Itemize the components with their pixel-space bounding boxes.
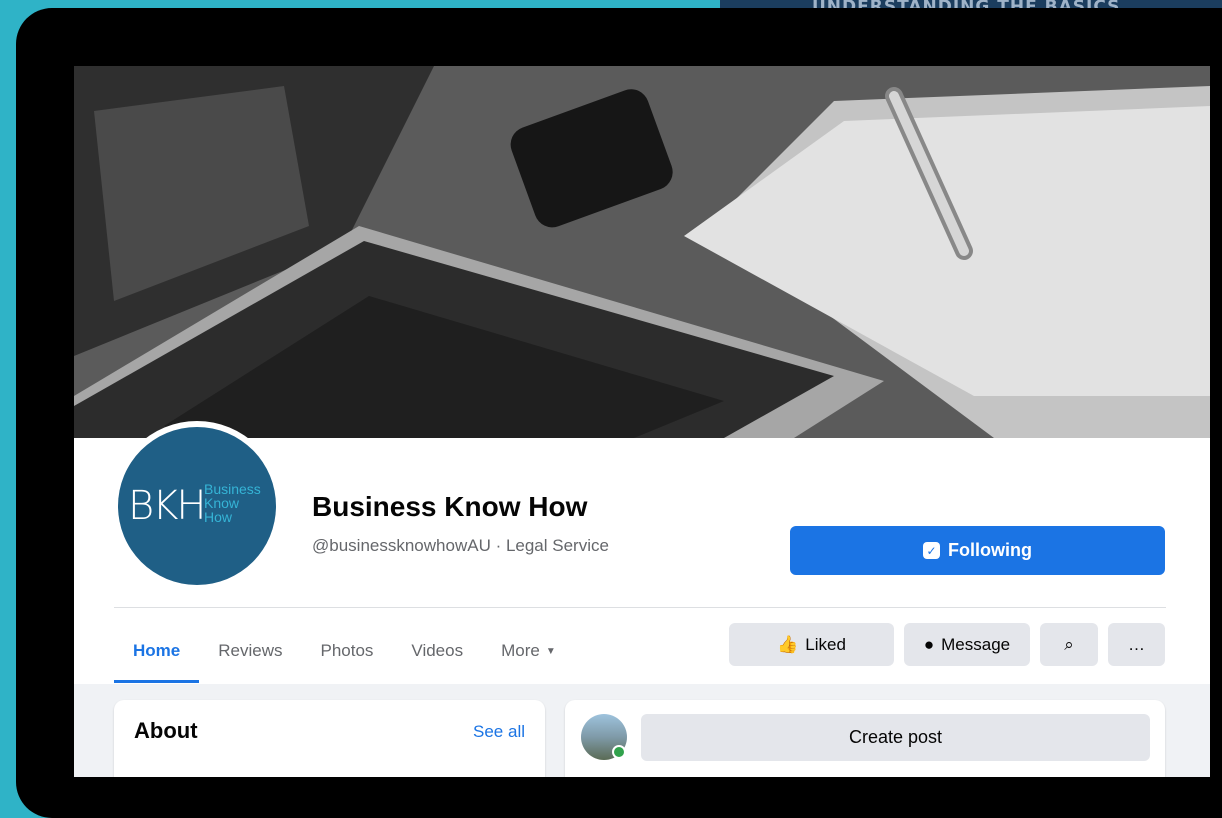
logo-mark: BKH — [128, 483, 206, 529]
liked-button[interactable]: 👍 Liked — [729, 623, 894, 666]
page-subtitle: @businessknowhowAU · Legal Service — [312, 536, 609, 555]
profile-avatar[interactable]: BKH Business Know How — [112, 421, 282, 591]
message-label: Message — [941, 634, 1011, 654]
see-all-link[interactable]: See all — [473, 722, 525, 742]
tab-home[interactable]: Home — [114, 622, 200, 683]
facebook-page-screen: BKH Business Know How Business Know How … — [74, 66, 1210, 777]
create-post-button[interactable]: Create post — [641, 714, 1150, 761]
message-button[interactable]: ● Message — [904, 623, 1030, 666]
laptop-notebook-cover-image — [74, 66, 1210, 438]
about-card: About See all — [114, 700, 545, 777]
tab-videos[interactable]: Videos — [392, 622, 482, 680]
more-options-button[interactable]: … — [1108, 623, 1165, 666]
about-title: About — [134, 718, 198, 743]
online-status-icon — [612, 745, 626, 759]
search-button[interactable]: ⌕ — [1040, 623, 1098, 666]
create-post-card: Create post — [565, 700, 1165, 777]
search-icon: ⌕ — [1064, 634, 1074, 654]
check-icon: ✓ — [923, 542, 940, 559]
chevron-down-icon: ▼ — [545, 645, 556, 657]
page-tabs: Home Reviews Photos Videos More ▼ — [114, 622, 575, 683]
tab-reviews[interactable]: Reviews — [199, 622, 301, 680]
logo-text: Business Know How — [204, 481, 261, 525]
ellipsis-icon: … — [1128, 634, 1145, 654]
bkh-logo: BKH Business Know How — [118, 427, 276, 585]
tab-photos[interactable]: Photos — [301, 622, 392, 680]
tablet-frame: BKH Business Know How Business Know How … — [16, 8, 1222, 818]
cover-photo — [74, 66, 1210, 438]
liked-label: Liked — [805, 634, 846, 654]
header-divider — [114, 607, 1166, 608]
following-button[interactable]: ✓ Following — [790, 526, 1165, 575]
tab-more[interactable]: More ▼ — [482, 622, 575, 680]
thumbs-up-icon: 👍 — [777, 634, 799, 654]
page-title: Business Know How — [312, 491, 588, 522]
following-label: Following — [948, 540, 1032, 560]
messenger-icon: ● — [923, 634, 935, 654]
